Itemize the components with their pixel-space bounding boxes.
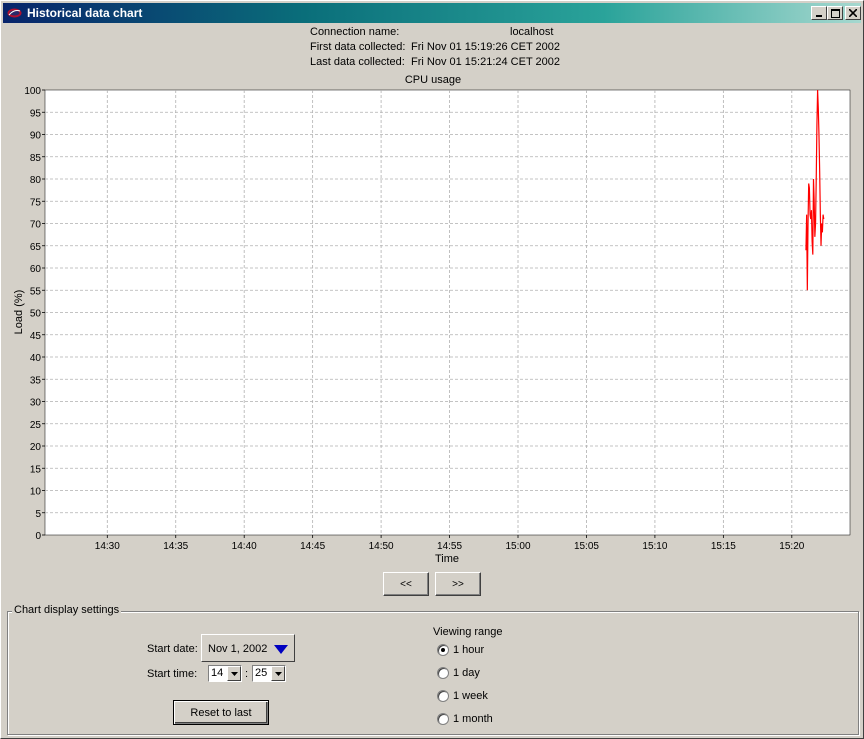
start-time-label: Start time:	[147, 668, 198, 680]
y-tick-label: 45	[30, 331, 42, 342]
y-tick-label: 30	[30, 398, 42, 409]
radio-selected-dot	[441, 648, 445, 652]
y-tick-label: 85	[30, 153, 42, 164]
start-date-picker[interactable]: Nov 1, 2002	[201, 634, 295, 662]
x-tick-label: 15:10	[642, 541, 667, 552]
start-minute-select[interactable]: 25	[252, 665, 286, 682]
y-tick-label: 5	[35, 509, 41, 520]
maximize-button[interactable]	[827, 6, 843, 20]
last-collected-label: Last data collected:	[310, 56, 405, 68]
y-tick-label: 60	[30, 264, 42, 275]
dropdown-triangle-icon	[274, 645, 288, 654]
window-title: Historical data chart	[27, 6, 143, 20]
y-tick-label: 20	[30, 442, 42, 453]
cpu-usage-chart: 0 5 10 15 20 25 30 35 40 45 50 55 60 65 70 75 80 85 90 95 10…	[13, 86, 851, 565]
previous-period-button[interactable]: <<	[383, 572, 429, 596]
y-tick-label: 90	[30, 131, 42, 142]
minimize-button[interactable]	[811, 6, 827, 20]
y-tick-label: 0	[35, 531, 41, 542]
connection-name-label: Connection name:	[310, 26, 400, 38]
start-hour-dropdown-button[interactable]	[227, 666, 241, 681]
title-bar[interactable]: Historical data chart	[3, 3, 861, 23]
y-tick-label: 25	[30, 420, 42, 431]
y-axis-label: Load (%)	[13, 290, 25, 335]
next-period-button[interactable]: >>	[435, 572, 481, 596]
start-hour-value: 14	[211, 667, 224, 679]
y-tick-label: 75	[30, 197, 42, 208]
x-tick-label: 15:00	[505, 541, 530, 552]
y-tick-label: 15	[30, 464, 42, 475]
chart-display-settings-title: Chart display settings	[12, 604, 122, 616]
reset-to-last-button[interactable]: Reset to last	[173, 700, 269, 725]
range-option-label[interactable]: 1 month	[453, 713, 493, 725]
start-date-label: Start date:	[147, 643, 198, 655]
chevron-down-icon	[230, 671, 238, 676]
first-collected-value: Fri Nov 01 15:19:26 CET 2002	[411, 41, 560, 53]
start-hour-select[interactable]: 14	[208, 665, 242, 682]
historical-data-window: Historical data chart Connection name: l…	[0, 0, 864, 739]
y-tick-label: 95	[30, 108, 42, 119]
x-tick-label: 14:50	[369, 541, 394, 552]
x-tick-label: 14:30	[95, 541, 120, 552]
minimize-icon	[816, 15, 822, 17]
close-icon	[849, 9, 857, 17]
maximize-icon	[830, 8, 840, 18]
chevron-down-icon	[274, 671, 282, 676]
x-tick-label: 15:05	[574, 541, 599, 552]
y-tick-label: 80	[30, 175, 42, 186]
start-minute-value: 25	[255, 667, 268, 679]
time-separator: :	[245, 668, 249, 680]
viewing-range-title: Viewing range	[433, 626, 503, 638]
y-tick-label: 100	[24, 86, 41, 97]
range-radio-1-month[interactable]	[437, 713, 449, 725]
y-tick-label: 35	[30, 375, 42, 386]
range-option-label[interactable]: 1 day	[453, 667, 480, 679]
range-option-label[interactable]: 1 week	[453, 690, 488, 702]
y-tick-label: 65	[30, 242, 42, 253]
first-collected-label: First data collected:	[310, 41, 406, 53]
x-axis-label: Time	[435, 553, 459, 565]
start-minute-dropdown-button[interactable]	[271, 666, 285, 681]
start-date-value: Nov 1, 2002	[208, 643, 268, 655]
y-tick-label: 40	[30, 353, 42, 364]
connection-name-value: localhost	[510, 26, 554, 38]
x-tick-label: 14:35	[163, 541, 188, 552]
range-option-label[interactable]: 1 hour	[453, 644, 484, 656]
y-tick-label: 70	[30, 220, 42, 231]
range-radio-1-week[interactable]	[437, 690, 449, 702]
x-tick-label: 15:15	[711, 541, 736, 552]
x-tick-label: 15:20	[779, 541, 804, 552]
range-radio-1-hour[interactable]	[437, 644, 449, 656]
x-tick-label: 14:45	[300, 541, 325, 552]
last-collected-value: Fri Nov 01 15:21:24 CET 2002	[411, 56, 560, 68]
y-tick-label: 10	[30, 487, 42, 498]
x-tick-label: 14:55	[437, 541, 462, 552]
y-tick-label: 55	[30, 286, 42, 297]
y-tick-label: 50	[30, 309, 42, 320]
close-button[interactable]	[845, 6, 861, 20]
range-radio-1-day[interactable]	[437, 667, 449, 679]
app-icon	[7, 8, 22, 18]
x-tick-label: 14:40	[232, 541, 257, 552]
